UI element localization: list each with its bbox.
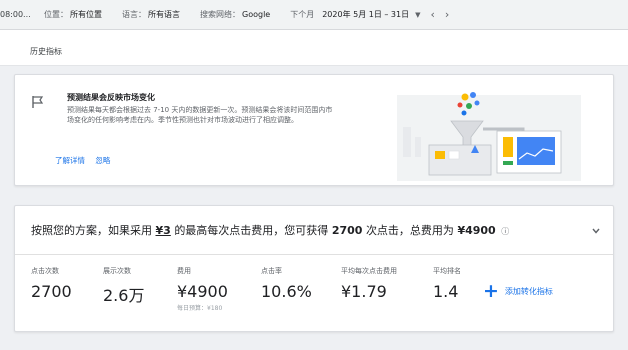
period-label: 下个月 (290, 10, 315, 19)
chevron-down-icon[interactable] (591, 226, 601, 236)
clicks-value: 2700 (331, 224, 363, 237)
metric-value: ¥1.79 (341, 282, 387, 301)
metric-ctr: 点击率 10.6% (261, 266, 312, 301)
help-icon[interactable]: ⓘ (501, 227, 509, 236)
top-filter-bar: 08:00... 位置： 所有位置 语言： 所有语言 搜索网络： Google … (0, 0, 628, 30)
metric-label: 平均排名 (433, 267, 461, 275)
location-label: 位置： (44, 10, 68, 19)
metric-value: 2.6万 (103, 286, 145, 305)
metric-impressions: 展示次数 2.6万 (103, 266, 144, 306)
language-filter[interactable]: 语言： 所有语言 (122, 9, 180, 20)
bid-value[interactable]: ¥3 (156, 224, 171, 237)
summary-mid2: 次点击，总费用为 (365, 224, 454, 237)
summary-prefix: 按照您的方案，如果采用 (31, 224, 152, 237)
metric-avg-cpc: 平均每次点击费用 ¥1.79 (341, 266, 397, 301)
metric-label: 点击率 (261, 267, 282, 275)
notice-title: 预测结果会反映市场变化 (67, 93, 155, 102)
history-strip: 历史指标 (0, 30, 628, 66)
language-value: 所有语言 (148, 10, 180, 19)
date-range-picker[interactable]: 下个月 2020年 5月 1日 – 31日 ▼ (290, 9, 420, 20)
network-label: 搜索网络： (200, 10, 240, 19)
plan-summary: 按照您的方案，如果采用 ¥3 的最高每次点击费用，您可获得 2700 次点击，总… (31, 222, 509, 238)
metric-label: 费用 (177, 267, 191, 275)
metric-value: 2700 (31, 282, 72, 301)
network-filter[interactable]: 搜索网络： Google (200, 9, 270, 20)
location-filter[interactable]: 位置： 所有位置 (44, 9, 102, 20)
summary-mid: 的最高每次点击费用，您可获得 (174, 224, 329, 237)
metric-value: 10.6% (261, 282, 312, 301)
add-conversion-label: 添加转化指标 (504, 286, 553, 296)
metric-value: ¥4900 (177, 282, 228, 301)
metric-label: 点击次数 (31, 267, 59, 275)
network-value: Google (242, 10, 271, 19)
time-text: 08:00... (0, 10, 31, 19)
cost-value: ¥4900 (457, 224, 496, 237)
plan-forecast-card: 按照您的方案，如果采用 ¥3 的最高每次点击费用，您可获得 2700 次点击，总… (14, 205, 614, 332)
plus-icon: + (483, 280, 499, 302)
add-conversion-button[interactable]: + 添加转化指标 (483, 280, 553, 302)
daily-budget: 每日预算：¥180 (177, 305, 223, 312)
notice-body: 预测结果每天都会根据过去 7-10 天内的数据更新一次。预测结果会将该时间范围内… (67, 106, 333, 124)
metric-value: 1.4 (433, 282, 459, 301)
history-metrics-tab[interactable]: 历史指标 (30, 46, 62, 57)
forecast-notice-card: 预测结果会反映市场变化 预测结果每天都会根据过去 7-10 天内的数据更新一次。… (14, 74, 614, 186)
notice-links: 了解详情 忽略 (55, 155, 118, 166)
next-period-icon[interactable]: › (445, 8, 449, 21)
forecast-illustration (397, 92, 581, 181)
metric-clicks: 点击次数 2700 (31, 266, 72, 301)
dropdown-caret-icon[interactable]: ▼ (415, 11, 420, 19)
metric-cost: 费用 ¥4900 每日预算：¥180 (177, 266, 228, 312)
prev-period-icon[interactable]: ‹ (431, 8, 435, 21)
dismiss-link[interactable]: 忽略 (95, 156, 110, 165)
learn-more-link[interactable]: 了解详情 (55, 156, 85, 165)
metric-label: 展示次数 (103, 267, 131, 275)
location-value: 所有位置 (70, 10, 102, 19)
metric-label: 平均每次点击费用 (341, 267, 397, 275)
language-label: 语言： (122, 10, 146, 19)
flag-icon (32, 96, 44, 108)
metric-avg-position: 平均排名 1.4 (433, 266, 461, 301)
card-divider (15, 254, 613, 255)
period-value: 2020年 5月 1日 – 31日 (322, 10, 410, 19)
